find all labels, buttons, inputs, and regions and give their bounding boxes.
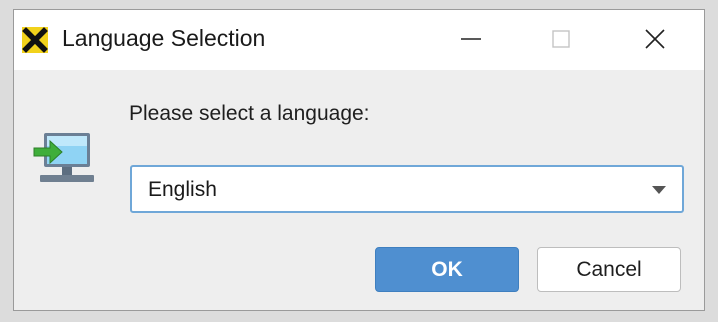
language-prompt: Please select a language: xyxy=(129,102,370,125)
cancel-button[interactable]: Cancel xyxy=(537,247,681,292)
minimize-button[interactable] xyxy=(436,10,506,68)
language-selection-window: Language Selection Please select a langu… xyxy=(13,9,705,311)
minimize-icon xyxy=(461,38,481,40)
monitor-import-icon xyxy=(33,133,94,182)
language-select[interactable]: English xyxy=(130,165,684,213)
language-select-value: English xyxy=(148,178,217,201)
chevron-down-icon xyxy=(652,186,666,194)
maximize-button[interactable] xyxy=(526,10,596,68)
close-button[interactable] xyxy=(620,10,690,68)
dialog-body: Please select a language: English OK Can… xyxy=(14,70,704,310)
close-icon xyxy=(645,29,665,49)
ok-button[interactable]: OK xyxy=(375,247,519,292)
title-bar[interactable]: Language Selection xyxy=(14,10,704,70)
x-logo-icon xyxy=(22,27,48,53)
window-title: Language Selection xyxy=(62,25,266,51)
maximize-icon xyxy=(552,30,570,48)
